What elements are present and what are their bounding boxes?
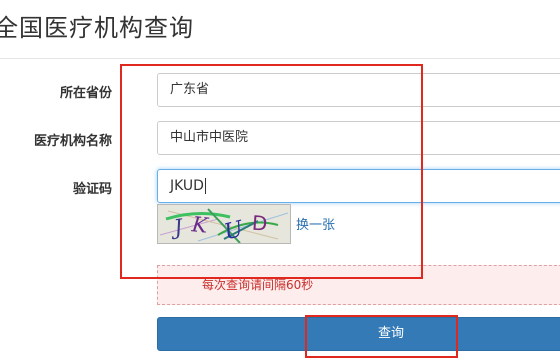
- header-divider: [0, 58, 560, 59]
- captcha-label: 验证码: [72, 182, 112, 197]
- hospital-name-input[interactable]: 中山市中医院: [157, 121, 560, 155]
- captcha-value: JKUD: [170, 178, 204, 194]
- text-cursor: [204, 178, 206, 194]
- captcha-input[interactable]: JKUD: [157, 169, 560, 203]
- page-title: 全国医疗机构查询: [0, 14, 194, 42]
- province-value: 广东省: [170, 82, 210, 97]
- province-label: 所在省份: [59, 86, 112, 101]
- alert-message: 每次查询请间隔60秒: [202, 278, 314, 292]
- captcha-graphic: J K U D: [158, 205, 290, 245]
- query-button[interactable]: 查询: [157, 317, 560, 351]
- hospital-name-value: 中山市中医院: [170, 130, 249, 145]
- query-button-label: 查询: [378, 326, 405, 341]
- hospital-name-label: 医疗机构名称: [33, 134, 112, 149]
- svg-text:D: D: [251, 211, 268, 236]
- refresh-captcha-link[interactable]: 换一张: [296, 214, 335, 233]
- captcha-image[interactable]: J K U D: [157, 204, 291, 245]
- province-select[interactable]: 广东省: [157, 73, 560, 107]
